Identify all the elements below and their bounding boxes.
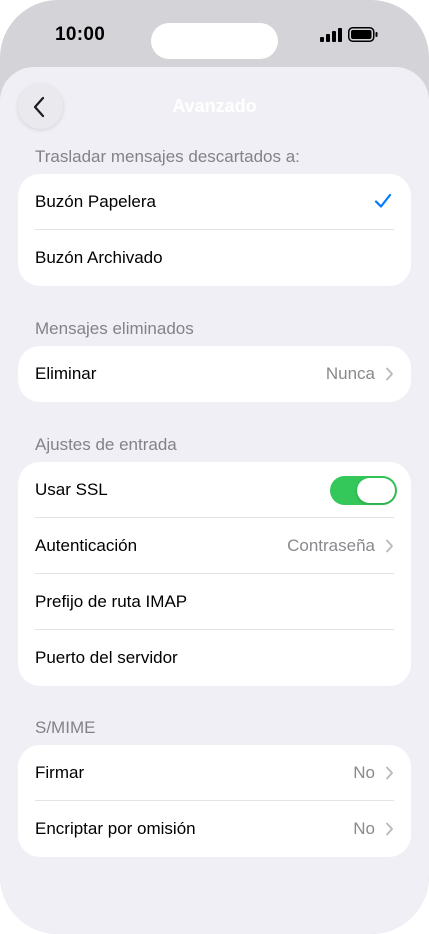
row-label: Autenticación: [35, 536, 138, 555]
group-move-discarded: Buzón Papelera Buzón Archivado: [18, 174, 411, 286]
group-smime: Firmar No Encriptar por omisión No: [18, 745, 411, 857]
option-label: Buzón Archivado: [35, 248, 163, 267]
cellular-signal-icon: [320, 28, 342, 42]
phone-frame: 10:00 Avanzado Trasladar mensajes descar…: [0, 0, 429, 934]
option-trash-mailbox[interactable]: Buzón Papelera: [18, 174, 411, 230]
chevron-right-icon: [386, 822, 393, 836]
dynamic-island: [151, 23, 278, 59]
option-label: Buzón Papelera: [35, 192, 156, 211]
back-button[interactable]: [18, 84, 63, 129]
section-header-move-discarded: Trasladar mensajes descartados a:: [35, 147, 300, 166]
toggle-knob: [357, 478, 395, 503]
group-incoming-settings: Usar SSL Autenticación Contraseña Prefij…: [18, 462, 411, 686]
battery-icon: [348, 27, 378, 42]
status-time: 10:00: [55, 24, 106, 45]
row-label: Encriptar por omisión: [35, 819, 196, 838]
row-label: Usar SSL: [35, 480, 108, 499]
page-title: Avanzado: [172, 96, 257, 116]
ssl-toggle[interactable]: [330, 476, 397, 505]
row-label: Prefijo de ruta IMAP: [35, 592, 188, 611]
row-value: No: [353, 819, 375, 838]
chevron-right-icon: [386, 539, 393, 553]
chevron-right-icon: [386, 367, 393, 381]
use-ssl-row: Usar SSL: [18, 462, 411, 518]
row-label: Firmar: [35, 763, 85, 782]
row-value: Contraseña: [287, 536, 375, 555]
sign-row[interactable]: Firmar No: [18, 745, 411, 801]
option-archive-mailbox[interactable]: Buzón Archivado: [18, 230, 411, 286]
row-value: Nunca: [325, 364, 375, 383]
authentication-row[interactable]: Autenticación Contraseña: [18, 518, 411, 574]
delete-setting-row[interactable]: Eliminar Nunca: [18, 346, 411, 402]
row-label: Eliminar: [35, 364, 97, 383]
group-deleted-messages: Eliminar Nunca: [18, 346, 411, 402]
section-header-deleted: Mensajes eliminados: [35, 319, 194, 338]
imap-prefix-row[interactable]: Prefijo de ruta IMAP: [18, 574, 411, 630]
row-label: Puerto del servidor: [35, 648, 178, 667]
chevron-right-icon: [386, 766, 393, 780]
encrypt-default-row[interactable]: Encriptar por omisión No: [18, 801, 411, 857]
row-value: No: [353, 763, 375, 782]
server-port-row[interactable]: Puerto del servidor: [18, 630, 411, 686]
status-bar: 10:00: [0, 0, 429, 68]
chevron-left-icon: [33, 96, 45, 118]
section-header-incoming: Ajustes de entrada: [35, 435, 177, 454]
section-header-smime: S/MIME: [35, 718, 96, 737]
checkmark-icon: [374, 193, 392, 208]
